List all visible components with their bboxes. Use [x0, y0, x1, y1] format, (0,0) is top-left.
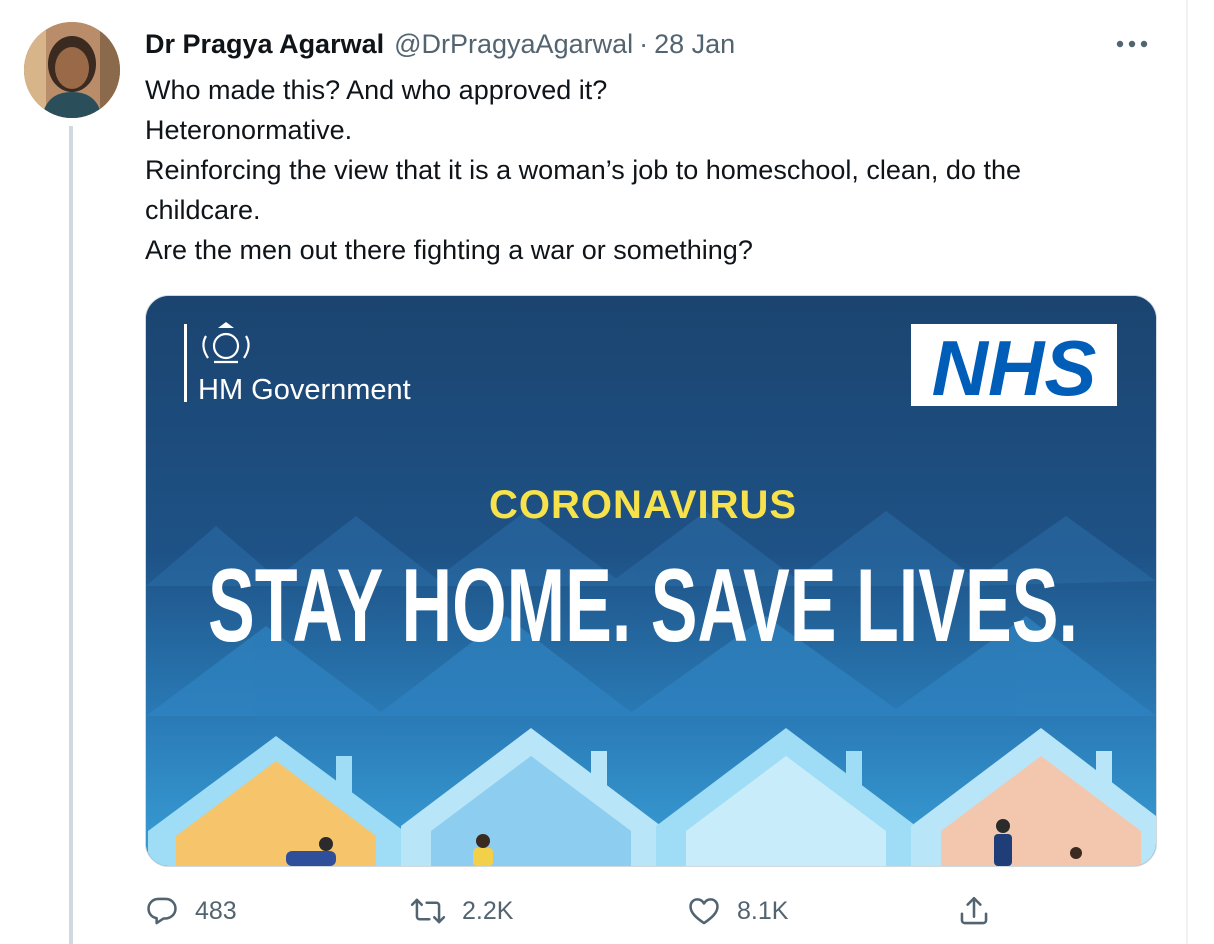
tweet-text-line: Heteronormative. — [145, 115, 353, 145]
retweet-icon — [410, 898, 446, 924]
reply-icon — [147, 897, 177, 925]
tweet-text-line: Reinforcing the view that it is a woman’… — [145, 155, 1021, 185]
avatar-image — [24, 22, 120, 118]
like-count: 8.1K — [737, 896, 789, 925]
separator-dot: · — [639, 28, 649, 59]
poster-image: HM Government NHS CORONAVIRUS STAY HOME.… — [146, 296, 1156, 866]
reply-button[interactable]: 483 — [145, 886, 237, 936]
handle[interactable]: @DrPragyaAgarwal — [394, 29, 633, 60]
like-button[interactable]: 8.1K — [687, 886, 788, 936]
retweet-button[interactable]: 2.2K — [410, 886, 513, 936]
poster-kicker: CORONAVIRUS — [489, 483, 797, 527]
tweet-actions: 483 2.2K 8.1K — [145, 886, 1145, 936]
avatar[interactable] — [24, 22, 120, 118]
heart-icon — [689, 898, 719, 925]
poster-headline: STAY HOME. SAVE LIVES. — [208, 548, 1078, 664]
tweet-text-line: Who made this? And who approved it? — [145, 75, 608, 105]
more-options-button[interactable] — [1110, 26, 1154, 62]
tweet-text-line: childcare. — [145, 195, 261, 225]
share-icon — [960, 896, 988, 925]
more-icon — [1116, 40, 1148, 48]
nhs-logo-text: NHS — [932, 324, 1097, 412]
retweet-count: 2.2K — [462, 896, 514, 925]
tweet-text-line: Are the men out there fighting a war or … — [145, 235, 753, 265]
column-border — [1186, 0, 1188, 944]
tweet-text: Who made this? And who approved it? Hete… — [145, 70, 1165, 270]
hm-government-label: HM Government — [198, 374, 411, 406]
tweet-media-image[interactable]: HM Government NHS CORONAVIRUS STAY HOME.… — [145, 295, 1157, 867]
share-button[interactable] — [957, 886, 991, 936]
display-name[interactable]: Dr Pragya Agarwal — [145, 29, 384, 60]
tweet-date[interactable]: 28 Jan — [654, 29, 735, 60]
reply-count: 483 — [195, 896, 237, 925]
thread-line — [69, 126, 73, 944]
tweet-header: Dr Pragya Agarwal @DrPragyaAgarwal · 28 … — [145, 26, 735, 62]
